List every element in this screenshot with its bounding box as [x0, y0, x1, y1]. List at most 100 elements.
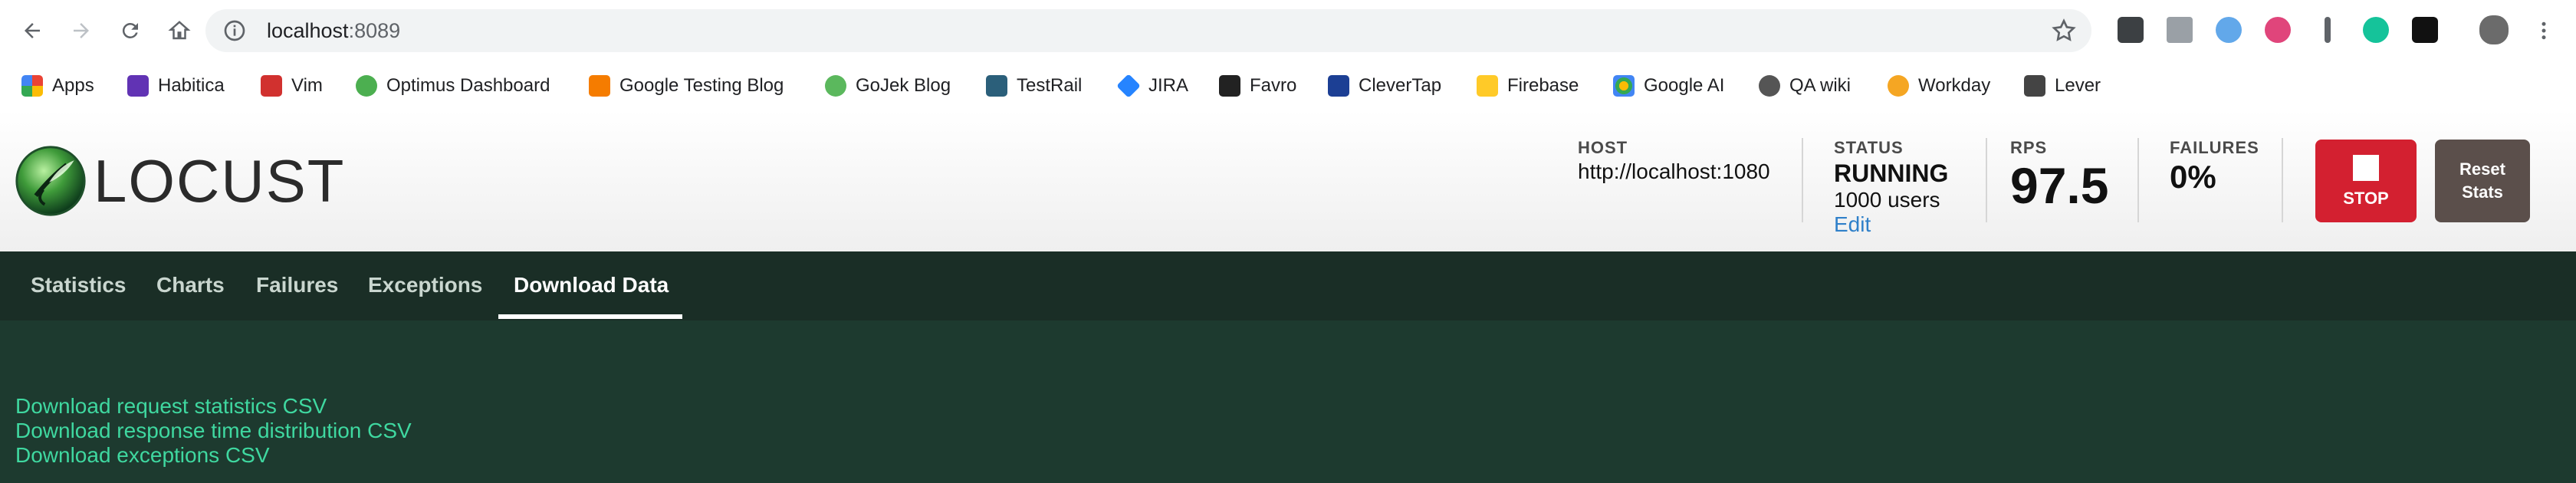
- stop-label: STOP: [2343, 189, 2389, 208]
- rps-stat: RPS 97.5: [2010, 138, 2108, 213]
- bookmark-label: Optimus Dashboard: [386, 75, 550, 96]
- bookmarks-bar: Apps Habitica Vim Optimus Dashboard Goog…: [0, 61, 2576, 111]
- reload-icon[interactable]: [113, 14, 147, 48]
- eyedropper-extension-icon[interactable]: [2325, 17, 2331, 43]
- bookmark-workday[interactable]: Workday: [1888, 61, 1990, 110]
- rps-value: 97.5: [2010, 157, 2109, 214]
- download-exceptions-link[interactable]: Download exceptions CSV: [15, 443, 270, 468]
- qr-extension-icon[interactable]: [2118, 17, 2144, 43]
- stat-divider: [1986, 138, 1987, 222]
- apps-icon: [21, 75, 43, 97]
- bookmark-label: GoJek Blog: [856, 75, 951, 96]
- download-response-time-link[interactable]: Download response time distribution CSV: [15, 419, 412, 443]
- bookmark-label: CleverTap: [1359, 75, 1442, 96]
- bookmark-clevertap[interactable]: CleverTap: [1328, 61, 1441, 110]
- blogger-icon: [589, 75, 610, 97]
- clevertap-icon: [1328, 75, 1349, 97]
- bookmark-vim[interactable]: Vim: [261, 61, 323, 110]
- tab-exceptions[interactable]: Exceptions: [368, 251, 482, 320]
- url-port: :8089: [348, 19, 401, 42]
- firebase-icon: [1477, 75, 1498, 97]
- bookmark-favro[interactable]: Favro: [1219, 61, 1296, 110]
- status-stat: STATUS RUNNING 1000 users Edit: [1834, 138, 1948, 237]
- notion-extension-icon[interactable]: [2412, 17, 2438, 43]
- failures-stat: FAILURES 0%: [2170, 138, 2259, 196]
- stat-divider: [2137, 138, 2139, 222]
- drive-extension-icon[interactable]: [2167, 17, 2193, 43]
- download-request-stats-link[interactable]: Download request statistics CSV: [15, 394, 327, 419]
- active-tab-indicator: [498, 314, 682, 319]
- back-icon[interactable]: [15, 14, 49, 48]
- bookmark-jira[interactable]: JIRA: [1116, 61, 1189, 110]
- bookmark-firebase[interactable]: Firebase: [1477, 61, 1579, 110]
- locust-header: LOCUST HOST http://localhost:1080 STATUS…: [0, 110, 2576, 253]
- bookmark-label: Habitica: [158, 75, 225, 96]
- vim-icon: [261, 75, 282, 97]
- bookmark-label: Vim: [291, 75, 323, 96]
- record-extension-icon[interactable]: [2265, 17, 2291, 43]
- star-icon[interactable]: [2050, 17, 2078, 44]
- bookmark-google-ai[interactable]: Google AI: [1613, 61, 1724, 110]
- qa-wiki-icon: [1759, 75, 1780, 97]
- workday-icon: [1888, 75, 1909, 97]
- habitica-icon: [127, 75, 149, 97]
- bookmark-label: JIRA: [1148, 75, 1189, 96]
- logo-text: LOCUST: [94, 146, 346, 215]
- reset-label-line2: Stats: [2462, 182, 2503, 202]
- browser-chrome: localhost:8089 Apps Habitica Vim Optimus…: [0, 0, 2576, 111]
- tab-failures[interactable]: Failures: [256, 251, 338, 320]
- bookmark-label: Firebase: [1507, 75, 1579, 96]
- bookmark-optimus[interactable]: Optimus Dashboard: [356, 61, 550, 110]
- bookmark-google-testing-blog[interactable]: Google Testing Blog: [589, 61, 784, 110]
- info-icon[interactable]: [222, 18, 247, 43]
- jira-icon: [1116, 74, 1141, 98]
- status-label: STATUS: [1834, 138, 1904, 157]
- stat-divider: [1802, 138, 1803, 222]
- bookmark-label: Favro: [1250, 75, 1297, 96]
- browser-toolbar: localhost:8089: [0, 0, 2576, 61]
- failures-value: 0%: [2170, 159, 2216, 195]
- bookmark-label: Lever: [2055, 75, 2101, 96]
- url-host: localhost: [267, 19, 349, 42]
- main-tabs: Statistics Charts Failures Exceptions Do…: [0, 251, 2576, 320]
- home-icon[interactable]: [163, 14, 196, 48]
- stop-icon: [2353, 155, 2379, 181]
- grammarly-extension-icon[interactable]: [2363, 17, 2389, 43]
- edit-link[interactable]: Edit: [1834, 212, 1948, 237]
- bookmark-qa-wiki[interactable]: QA wiki: [1759, 61, 1851, 110]
- testrail-icon: [986, 75, 1007, 97]
- status-value: RUNNING: [1834, 159, 1949, 187]
- locust-logo: LOCUST: [14, 141, 345, 221]
- reset-stats-button[interactable]: Reset Stats: [2435, 140, 2530, 222]
- stop-button[interactable]: STOP: [2315, 140, 2417, 222]
- download-panel: Download request statistics CSV Download…: [0, 320, 2576, 483]
- optimus-icon: [356, 75, 377, 97]
- locust-logo-icon: [15, 146, 86, 216]
- failures-label: FAILURES: [2170, 138, 2259, 157]
- bookmark-habitica[interactable]: Habitica: [127, 61, 225, 110]
- tab-statistics[interactable]: Statistics: [31, 251, 127, 320]
- bookmark-lever[interactable]: Lever: [2024, 61, 2101, 110]
- host-value: http://localhost:1080: [1578, 159, 1770, 183]
- bookmark-label: Google Testing Blog: [619, 75, 784, 96]
- forward-icon[interactable]: [64, 14, 98, 48]
- stat-divider: [2282, 138, 2283, 222]
- bookmark-label: QA wiki: [1789, 75, 1852, 96]
- tab-charts[interactable]: Charts: [156, 251, 225, 320]
- url-text[interactable]: localhost:8089: [267, 18, 400, 43]
- address-bar[interactable]: localhost:8089: [205, 9, 2091, 52]
- bookmark-gojek-blog[interactable]: GoJek Blog: [825, 61, 951, 110]
- menu-icon[interactable]: [2527, 14, 2561, 48]
- bookmark-apps[interactable]: Apps: [21, 61, 94, 110]
- host-stat: HOST http://localhost:1080: [1578, 138, 1770, 184]
- rps-label: RPS: [2010, 138, 2048, 157]
- v-extension-icon[interactable]: [2216, 17, 2242, 43]
- bookmark-label: Google AI: [1644, 75, 1725, 96]
- favro-icon: [1219, 75, 1240, 97]
- bookmark-label: Workday: [1918, 75, 1991, 96]
- bookmark-testrail[interactable]: TestRail: [986, 61, 1082, 110]
- bookmark-label: Apps: [52, 75, 94, 96]
- profile-avatar[interactable]: [2479, 15, 2509, 44]
- tab-download-data[interactable]: Download Data: [514, 251, 669, 320]
- gojek-icon: [825, 75, 846, 97]
